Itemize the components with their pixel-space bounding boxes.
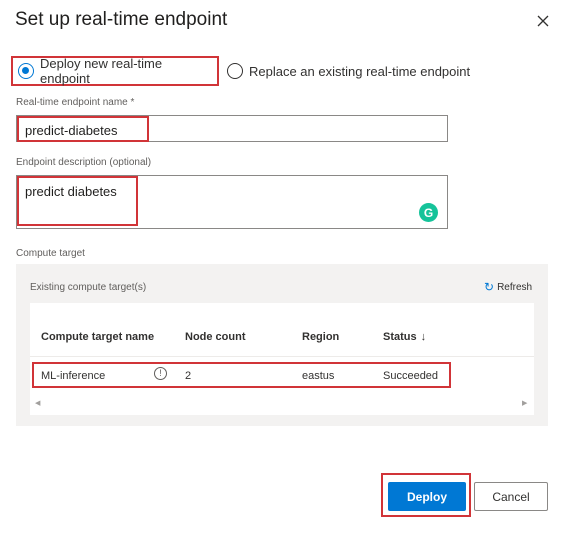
endpoint-name-label: Real-time endpoint name * — [16, 97, 135, 108]
existing-compute-label: Existing compute target(s) — [30, 282, 147, 293]
column-header-name[interactable]: Compute target name — [41, 331, 154, 343]
sort-down-icon: ↓ — [420, 331, 427, 343]
compute-target-label: Compute target — [16, 248, 85, 259]
column-header-status-label: Status — [383, 331, 417, 343]
dialog-title: Set up real-time endpoint — [15, 9, 228, 30]
cell-region: eastus — [302, 370, 335, 382]
endpoint-description-value[interactable]: predict diabetes — [17, 176, 138, 226]
radio-checked-icon — [18, 63, 34, 79]
cell-node-count: 2 — [185, 370, 192, 382]
scroll-left-icon[interactable]: ◀ — [35, 399, 40, 407]
endpoint-name-value[interactable]: predict-diabetes — [17, 116, 149, 142]
refresh-label: Refresh — [497, 281, 533, 293]
radio-unchecked-icon — [227, 63, 243, 79]
deploy-button[interactable]: Deploy — [388, 482, 466, 511]
column-header-region[interactable]: Region — [302, 331, 339, 343]
header-divider — [30, 356, 534, 357]
close-button[interactable] — [534, 12, 552, 30]
grammarly-icon[interactable]: G — [419, 203, 438, 222]
scroll-right-icon[interactable]: ▶ — [522, 399, 527, 407]
deployment-mode-group: Deploy new real-time endpoint Replace an… — [11, 56, 470, 86]
column-header-node-count[interactable]: Node count — [185, 331, 246, 343]
close-icon — [537, 15, 549, 27]
cancel-button[interactable]: Cancel — [474, 482, 548, 511]
cell-compute-name: ML-inference — [41, 370, 106, 382]
info-icon[interactable]: ! — [154, 367, 167, 380]
compute-table — [30, 303, 534, 415]
refresh-button[interactable]: ↻ Refresh — [484, 280, 532, 294]
radio-deploy-new-label: Deploy new real-time endpoint — [40, 56, 163, 86]
cell-status: Succeeded — [383, 370, 439, 382]
radio-replace-existing[interactable]: Replace an existing real-time endpoint — [227, 63, 470, 79]
radio-deploy-new[interactable]: Deploy new real-time endpoint — [11, 56, 219, 86]
column-header-status[interactable]: Status ↓ — [383, 331, 426, 343]
refresh-icon: ↻ — [484, 280, 495, 294]
endpoint-description-label: Endpoint description (optional) — [16, 157, 152, 168]
radio-replace-existing-label: Replace an existing real-time endpoint — [249, 63, 471, 79]
